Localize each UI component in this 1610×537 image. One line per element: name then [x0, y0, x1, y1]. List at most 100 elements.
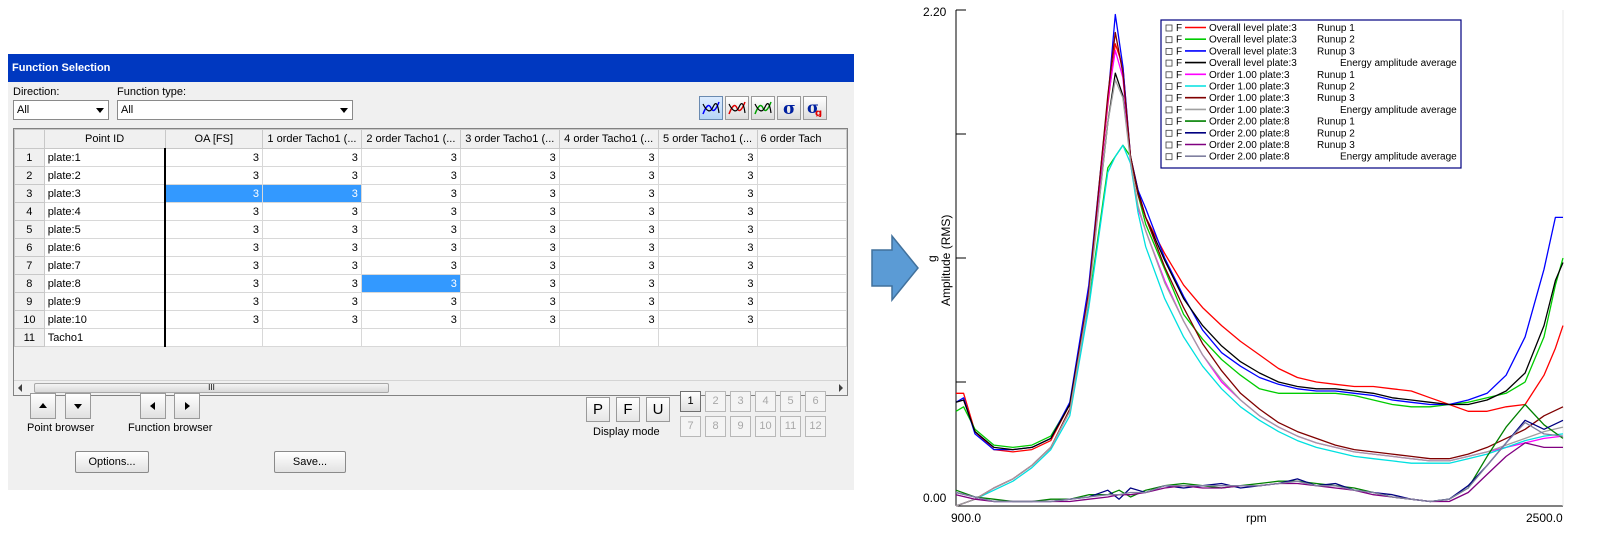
function-cell[interactable]: [262, 328, 362, 347]
display-mode-p-button[interactable]: P: [586, 397, 610, 422]
function-cell[interactable]: 3: [459, 220, 560, 239]
function-cell[interactable]: [756, 202, 847, 221]
function-cell[interactable]: 3: [657, 292, 758, 311]
function-cell[interactable]: [164, 328, 264, 347]
function-cell[interactable]: [558, 328, 659, 347]
function-cell[interactable]: 3: [657, 184, 758, 203]
function-cell[interactable]: 3: [459, 238, 560, 257]
legend-checkbox[interactable]: [1165, 71, 1173, 79]
point-id-cell[interactable]: plate:7: [43, 256, 167, 275]
function-cell[interactable]: 3: [459, 166, 560, 185]
legend-checkbox[interactable]: [1165, 24, 1173, 32]
function-cell[interactable]: 3: [360, 202, 461, 221]
legend-checkbox[interactable]: [1165, 36, 1173, 44]
function-cell[interactable]: 3: [360, 238, 461, 257]
column-header[interactable]: 4 order Tacho1 (...: [558, 129, 659, 149]
function-cell[interactable]: 3: [657, 220, 758, 239]
legend-checkbox[interactable]: [1165, 129, 1173, 137]
display-mode-f-button[interactable]: F: [616, 397, 640, 422]
table-row[interactable]: 5 plate:5 3 3 3 3 3 3: [14, 220, 847, 239]
function-next-button[interactable]: [174, 393, 200, 419]
point-id-cell[interactable]: plate:2: [43, 166, 167, 185]
table-row[interactable]: 6 plate:6 3 3 3 3 3 3: [14, 238, 847, 257]
function-cell[interactable]: [756, 148, 847, 167]
column-header[interactable]: 1 order Tacho1 (...: [262, 129, 362, 149]
function-cell[interactable]: 3: [262, 148, 362, 167]
sigma-button[interactable]: σ: [777, 96, 801, 120]
table-row[interactable]: 11 Tacho1: [14, 328, 847, 347]
point-id-cell[interactable]: plate:6: [43, 238, 167, 257]
function-cell[interactable]: [756, 310, 847, 329]
function-cell[interactable]: [756, 220, 847, 239]
row-number[interactable]: 3: [14, 184, 45, 203]
function-cell[interactable]: 3: [459, 184, 560, 203]
point-id-cell[interactable]: plate:8: [43, 274, 167, 293]
point-id-cell[interactable]: plate:5: [43, 220, 167, 239]
function-cell[interactable]: 3: [657, 310, 758, 329]
point-id-cell[interactable]: plate:10: [43, 310, 167, 329]
function-cell[interactable]: 3: [262, 184, 362, 203]
function-cell[interactable]: 3: [164, 220, 264, 239]
function-cell[interactable]: 3: [558, 238, 659, 257]
row-number[interactable]: 1: [14, 148, 45, 167]
table-row[interactable]: 2 plate:2 3 3 3 3 3 3: [14, 166, 847, 185]
function-cell[interactable]: 3: [360, 256, 461, 275]
function-cell[interactable]: [756, 328, 847, 347]
function-cell[interactable]: 3: [164, 148, 264, 167]
column-header[interactable]: 2 order Tacho1 (...: [360, 129, 461, 149]
direction-select[interactable]: All: [13, 100, 109, 120]
function-cell[interactable]: 3: [164, 292, 264, 311]
table-row[interactable]: 1 plate:1 3 3 3 3 3 3: [14, 148, 847, 167]
function-cell[interactable]: 3: [558, 220, 659, 239]
function-cell[interactable]: 3: [164, 310, 264, 329]
overlay-curves-button[interactable]: [699, 96, 723, 120]
function-cell[interactable]: 3: [164, 238, 264, 257]
page-button-3[interactable]: 3: [730, 391, 751, 412]
function-cell[interactable]: 3: [657, 274, 758, 293]
row-number[interactable]: 11: [14, 328, 45, 347]
overlay-curves-red-button[interactable]: [725, 96, 749, 120]
table-row[interactable]: 7 plate:7 3 3 3 3 3 3: [14, 256, 847, 275]
function-cell[interactable]: 3: [360, 184, 461, 203]
function-cell[interactable]: 3: [459, 148, 560, 167]
column-header[interactable]: 5 order Tacho1 (...: [657, 129, 758, 149]
function-cell[interactable]: [360, 328, 461, 347]
function-cell[interactable]: 3: [558, 310, 659, 329]
function-cell[interactable]: 3: [657, 238, 758, 257]
function-cell[interactable]: 3: [558, 202, 659, 221]
row-number[interactable]: 4: [14, 202, 45, 221]
page-button-4[interactable]: 4: [755, 391, 776, 412]
legend-checkbox[interactable]: [1165, 83, 1173, 90]
function-cell[interactable]: 3: [558, 256, 659, 275]
function-cell[interactable]: 3: [262, 310, 362, 329]
display-mode-u-button[interactable]: U: [646, 397, 670, 422]
table-row[interactable]: 8 plate:8 3 3 3 3 3 3: [14, 274, 847, 293]
function-cell[interactable]: 3: [657, 166, 758, 185]
function-cell[interactable]: 3: [459, 202, 560, 221]
function-cell[interactable]: 3: [360, 220, 461, 239]
function-cell[interactable]: 3: [558, 148, 659, 167]
function-cell[interactable]: 3: [164, 166, 264, 185]
function-grid[interactable]: Point ID OA [FS] 1 order Tacho1 (... 2 o…: [13, 128, 848, 396]
options-button[interactable]: Options...: [75, 451, 149, 473]
table-row[interactable]: 10 plate:10 3 3 3 3 3 3: [14, 310, 847, 329]
function-cell[interactable]: 3: [558, 184, 659, 203]
function-cell[interactable]: 3: [360, 274, 461, 293]
legend-checkbox[interactable]: [1165, 153, 1173, 161]
function-cell[interactable]: 3: [558, 166, 659, 185]
table-row[interactable]: 3 plate:3 3 3 3 3 3 3: [14, 184, 847, 203]
row-number[interactable]: 10: [14, 310, 45, 329]
function-cell[interactable]: [657, 328, 758, 347]
point-down-button[interactable]: [65, 393, 91, 419]
point-id-cell[interactable]: plate:1: [43, 148, 167, 167]
function-cell[interactable]: 3: [262, 256, 362, 275]
point-id-cell[interactable]: plate:9: [43, 292, 167, 311]
function-cell[interactable]: 3: [360, 166, 461, 185]
function-cell[interactable]: 3: [459, 310, 560, 329]
scroll-left-icon[interactable]: [18, 384, 22, 392]
legend-checkbox[interactable]: [1165, 59, 1173, 67]
function-cell[interactable]: [756, 274, 847, 293]
row-number[interactable]: 5: [14, 220, 45, 239]
save-button[interactable]: Save...: [274, 451, 346, 473]
scroll-thumb[interactable]: III: [34, 383, 389, 393]
